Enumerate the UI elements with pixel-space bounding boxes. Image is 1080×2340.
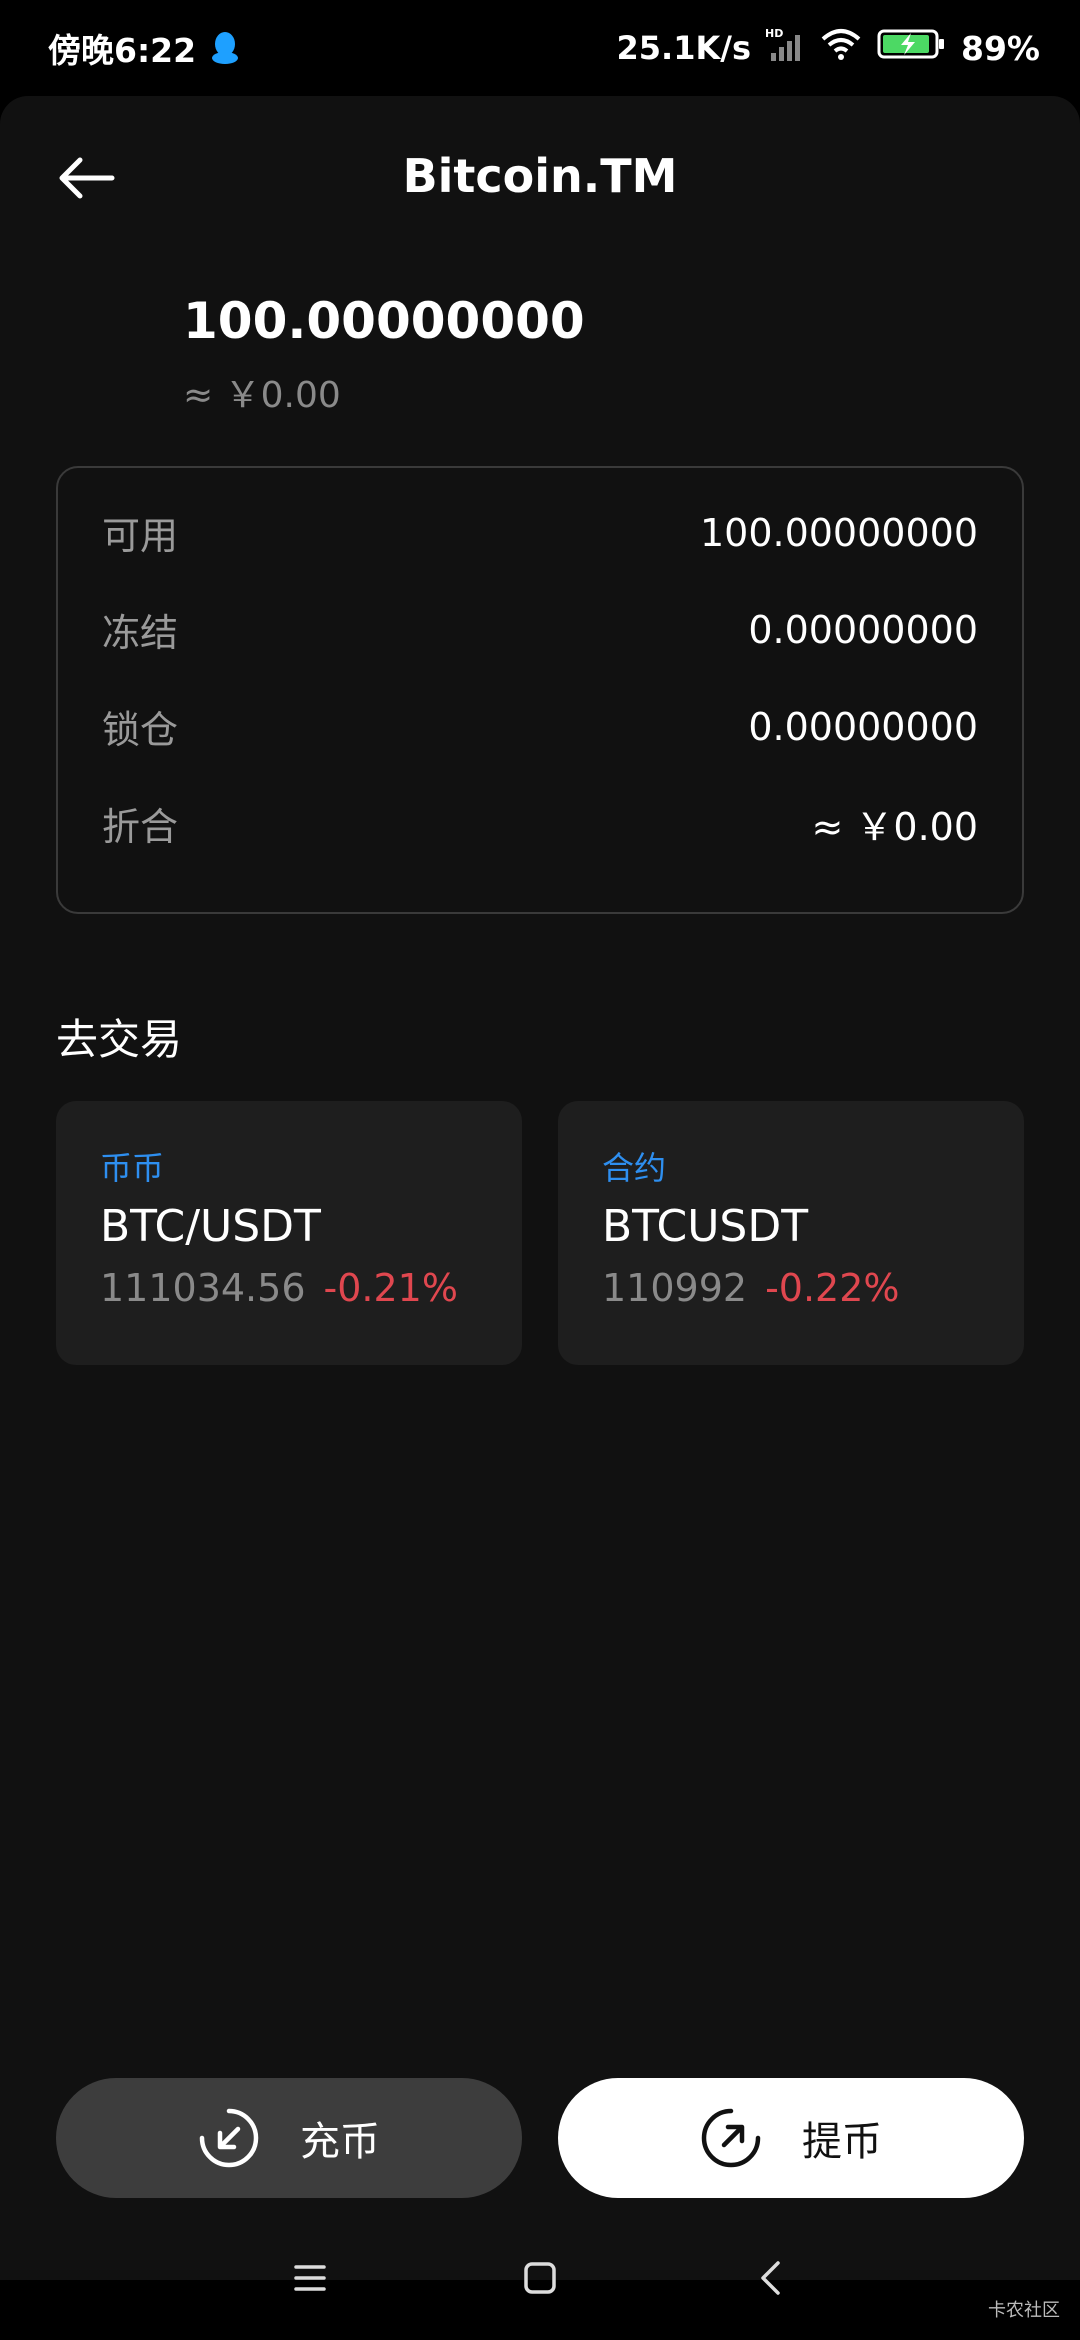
detail-value: 0.00000000 bbox=[748, 607, 978, 652]
status-right: 25.1K/s HD 89% bbox=[617, 27, 1040, 69]
battery-charging-icon bbox=[877, 27, 947, 69]
net-speed: 25.1K/s bbox=[616, 29, 751, 67]
trade-section-title: 去交易 bbox=[56, 1015, 183, 1064]
signal-icon: HD bbox=[765, 27, 805, 69]
back-chevron-icon bbox=[761, 2261, 780, 2295]
balance-amount: 100.00000000 bbox=[183, 292, 585, 350]
header: Bitcoin.TM bbox=[0, 96, 1080, 236]
home-square-icon bbox=[524, 2262, 556, 2294]
trade-card-contract[interactable]: 合约 BTCUSDT 110992 -0.22% bbox=[558, 1101, 1024, 1365]
detail-row-converted: 折合 ≈ ￥0.00 bbox=[102, 775, 978, 872]
withdraw-label: 提币 bbox=[802, 2119, 882, 2165]
detail-label: 冻结 bbox=[102, 611, 179, 655]
back-button[interactable] bbox=[46, 138, 126, 218]
system-nav-bar bbox=[0, 2232, 1080, 2324]
trade-price: 111034.56 bbox=[100, 1266, 306, 1310]
deposit-button[interactable]: 充币 bbox=[56, 2078, 522, 2198]
deposit-label: 充币 bbox=[300, 2119, 380, 2165]
trade-meta: 110992 -0.22% bbox=[602, 1266, 980, 1310]
trade-pair: BTCUSDT bbox=[602, 1201, 809, 1252]
detail-label: 折合 bbox=[102, 805, 179, 849]
menu-button[interactable] bbox=[280, 2248, 340, 2308]
detail-value: ≈ ￥0.00 bbox=[811, 805, 978, 849]
wifi-icon bbox=[819, 27, 863, 69]
watermark: 卡农社区 bbox=[988, 2300, 1060, 2321]
status-time: 傍晚6:22 bbox=[48, 31, 197, 70]
svg-text:HD: HD bbox=[765, 27, 783, 40]
trade-change: -0.22% bbox=[765, 1266, 900, 1310]
battery-percent: 89% bbox=[961, 28, 1040, 68]
withdraw-icon bbox=[701, 2108, 761, 2168]
status-bar: 傍晚6:22 25.1K/s HD 89% bbox=[0, 0, 1080, 96]
trade-meta: 111034.56 -0.21% bbox=[100, 1266, 478, 1310]
arrow-left-icon bbox=[59, 157, 115, 199]
page-title: Bitcoin.TM bbox=[402, 149, 678, 203]
trade-change: -0.21% bbox=[323, 1266, 458, 1310]
trade-type: 币币 bbox=[100, 1149, 165, 1187]
menu-icon bbox=[294, 2265, 326, 2291]
detail-label: 可用 bbox=[102, 514, 179, 558]
balance-fiat: ≈ ￥0.00 bbox=[183, 375, 341, 416]
detail-row-frozen: 冻结 0.00000000 bbox=[102, 581, 978, 678]
system-back-button[interactable] bbox=[740, 2248, 800, 2308]
trade-card-spot[interactable]: 币币 BTC/USDT 111034.56 -0.21% bbox=[56, 1101, 522, 1365]
detail-value: 100.00000000 bbox=[699, 510, 978, 555]
deposit-icon bbox=[199, 2108, 259, 2168]
detail-row-locked: 锁仓 0.00000000 bbox=[102, 678, 978, 775]
main-sheet: Bitcoin.TM 100.00000000 ≈ ￥0.00 可用 100.0… bbox=[0, 96, 1080, 2280]
qq-icon bbox=[210, 30, 240, 66]
detail-value: 0.00000000 bbox=[748, 704, 978, 749]
status-left: 傍晚6:22 bbox=[48, 24, 240, 72]
trade-type: 合约 bbox=[602, 1149, 667, 1187]
detail-row-available: 可用 100.00000000 bbox=[102, 484, 978, 581]
detail-label: 锁仓 bbox=[102, 708, 179, 752]
balance-detail-card: 可用 100.00000000 冻结 0.00000000 锁仓 0.00000… bbox=[56, 466, 1024, 914]
withdraw-button[interactable]: 提币 bbox=[558, 2078, 1024, 2198]
trade-price: 110992 bbox=[602, 1266, 748, 1310]
trade-pair: BTC/USDT bbox=[100, 1201, 321, 1252]
home-button[interactable] bbox=[510, 2248, 570, 2308]
